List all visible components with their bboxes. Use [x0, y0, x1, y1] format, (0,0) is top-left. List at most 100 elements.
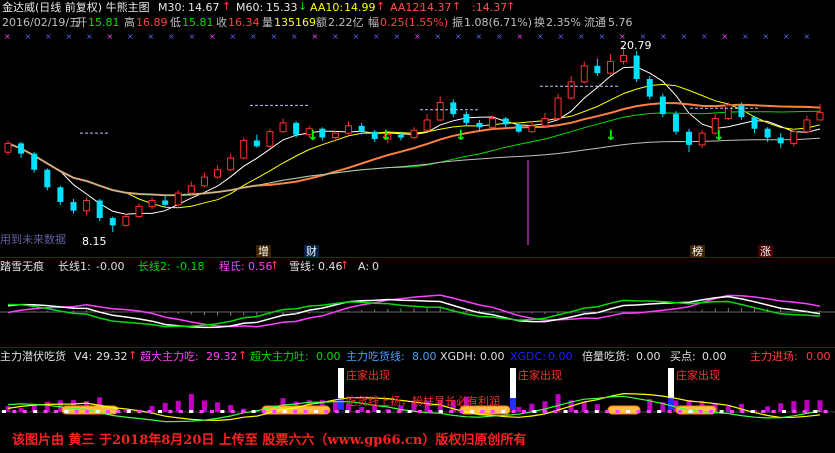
- chihuo-bar: [215, 402, 221, 412]
- candle-body: [698, 132, 706, 146]
- indicator2-name: 主力潜伏吃货: [0, 350, 66, 363]
- arrow-up-icon: ↑: [128, 349, 138, 362]
- xgdc-value: 0.00: [548, 350, 573, 363]
- candle-body: [293, 122, 300, 135]
- signal-dot: [85, 410, 90, 413]
- signal-dot: [615, 410, 620, 413]
- arrow-up-icon: ↑: [376, 0, 386, 13]
- signal-marker: ×: [558, 32, 565, 41]
- signal-dot: [147, 410, 152, 413]
- candle-body: [240, 139, 248, 159]
- signal-marker: ×: [496, 32, 503, 41]
- tu-value: 0.00: [316, 350, 341, 363]
- future-data-note: 用到未来数据: [0, 233, 66, 246]
- signal-dot: [314, 410, 318, 413]
- candle-body: [96, 200, 103, 219]
- signal-marker: ×: [230, 32, 237, 41]
- amount-label: 额: [316, 16, 327, 29]
- candle-body: [174, 192, 182, 206]
- candle-body: [319, 128, 326, 138]
- signal-dot: [688, 410, 693, 413]
- signal-marker: ×: [742, 32, 749, 41]
- price-chart[interactable]: × × × × × × × × × × × × × × × × × × × × × × × × × × × × × × × × × × × × × × × ×…: [0, 30, 835, 255]
- arrow-up-icon: ↑: [238, 349, 248, 362]
- beiliang-value: 0.00: [636, 350, 661, 363]
- arrow-up-icon: ↑: [270, 259, 280, 272]
- signal-dot: [178, 410, 183, 413]
- signal-dot: [262, 410, 266, 413]
- signal-dot: [802, 410, 807, 413]
- signal-marker: ×: [291, 32, 298, 41]
- buy-arrow-icon: ↓: [713, 128, 725, 144]
- signal-dot: [272, 410, 277, 413]
- arrow-up-icon: ↑: [452, 0, 462, 13]
- signal-dot: [626, 410, 630, 413]
- long2-label: 长线2:: [138, 260, 171, 273]
- signal-marker: ×: [312, 32, 319, 41]
- chihuo-bar: [188, 394, 194, 412]
- candle-body: [463, 114, 470, 123]
- signal-dot: [553, 410, 558, 413]
- candle-body: [371, 131, 378, 139]
- ma10-line: [7, 83, 821, 209]
- signal-dot: [74, 410, 79, 413]
- signal-dot: [376, 410, 381, 413]
- chihuo-label: 主力吃货线:: [346, 350, 405, 363]
- signal-dot: [636, 410, 641, 413]
- amount-value: 2.22亿: [328, 16, 364, 29]
- a-value: 0: [372, 260, 379, 273]
- candle-body: [187, 185, 195, 194]
- signal-dot: [293, 410, 298, 413]
- v4-value: 29.32: [96, 350, 128, 363]
- signal-marker: ×: [148, 32, 155, 41]
- signal-dot: [511, 410, 516, 413]
- indicator1-chart[interactable]: [0, 274, 835, 346]
- candle-body: [410, 129, 418, 139]
- signal-marker: ×: [250, 32, 257, 41]
- float-value: 5.76: [608, 16, 633, 29]
- chihuo-bar: [5, 406, 11, 412]
- zhuangjia-marker: [668, 368, 674, 398]
- signal-dot: [251, 410, 256, 413]
- amplitude-value: 1.08(6.71%): [464, 16, 533, 29]
- candle-body: [738, 105, 745, 118]
- candle-body: [606, 60, 614, 74]
- signal-dot: [563, 410, 568, 413]
- high-label: 高: [124, 16, 135, 29]
- chihuo-bar: [817, 400, 823, 412]
- signal-marker: ×: [435, 32, 442, 41]
- signal-marker: ×: [578, 32, 585, 41]
- aa12-label: AA12:: [390, 1, 424, 14]
- signal-marker: ×: [455, 32, 462, 41]
- zhuangjia-marker-base: [510, 398, 516, 410]
- ma30-line: [7, 110, 821, 196]
- signal-marker: ×: [476, 32, 483, 41]
- open-value: 15.81: [88, 16, 120, 29]
- candle-body: [803, 119, 811, 133]
- signal-dot: [345, 410, 350, 413]
- signal-dot: [438, 410, 443, 413]
- candle-body: [109, 218, 116, 226]
- candle-body: [751, 117, 758, 129]
- long2-value: -0.18: [176, 260, 205, 273]
- zhuangjia-marker-base: [668, 398, 674, 410]
- signal-dot: [470, 410, 474, 413]
- zhuangjia-marker: [510, 368, 516, 398]
- maidian-label: 买点:: [670, 350, 696, 363]
- chihuo-note: 吃货线上扬，粉柱显长必有利润: [346, 395, 500, 408]
- candle-body: [31, 153, 38, 170]
- signal-dot: [761, 410, 766, 413]
- candle-body: [659, 96, 666, 115]
- signal-dot: [407, 410, 412, 413]
- signal-marker: ×: [763, 32, 770, 41]
- aa12-value: 14.37: [420, 1, 452, 14]
- signal-dot: [303, 410, 308, 413]
- m60-value: 15.33: [266, 1, 298, 14]
- signal-marker: ×: [373, 32, 380, 41]
- candle-body: [135, 205, 143, 218]
- candle-body: [162, 200, 169, 205]
- watermark-text: 该图片由 黄三 于2018年8月20日 上传至 股票六六（www.gp66.cn…: [12, 433, 527, 448]
- signal-dot: [501, 410, 506, 413]
- indicator1-header: 踏雪无痕 长线1: -0.00 长线2: -0.18 程氏: 0.56 ↑ 雪线…: [0, 259, 835, 274]
- candle-body: [358, 125, 365, 132]
